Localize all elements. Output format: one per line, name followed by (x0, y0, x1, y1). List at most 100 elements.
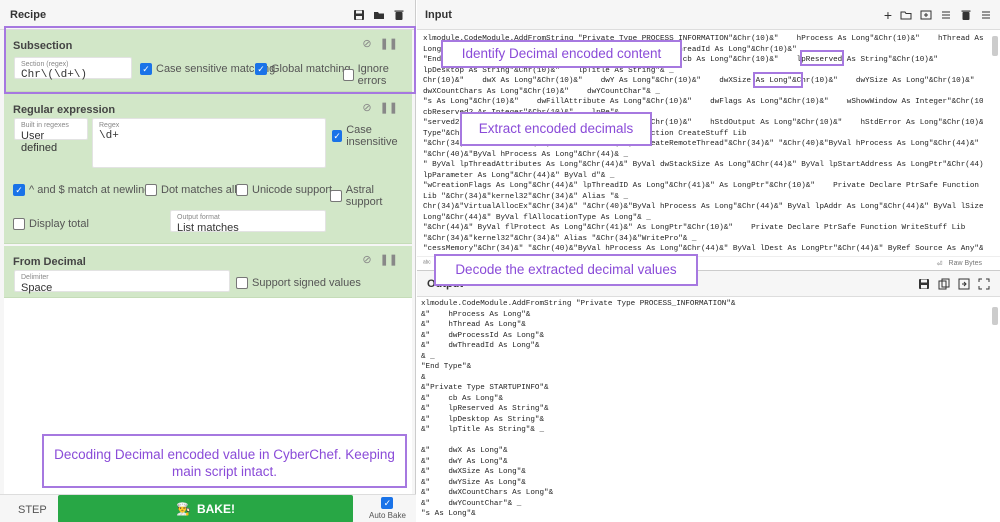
disable-icon[interactable]: ⊘ (362, 101, 371, 114)
multiline-checkbox[interactable]: ✓ ^ and $ match at newlines (13, 184, 156, 196)
identify-text: Identify Decimal encoded content (461, 46, 662, 61)
op-regex-title: Regular expression (13, 104, 116, 116)
pause-icon[interactable]: ❚❚ (380, 101, 398, 114)
delimiter-select[interactable]: Delimiter Space (14, 270, 230, 294)
menu-icon[interactable] (940, 9, 952, 21)
bake-button[interactable]: 👨‍🍳 BAKE! (58, 495, 353, 522)
chef-icon: 👨‍🍳 (176, 502, 191, 516)
layout-icon[interactable] (980, 9, 992, 21)
display-total-label: Display total (29, 218, 89, 230)
output-line: xlmodule.CodeModule.AddFromString "Priva… (421, 300, 736, 308)
copy-icon[interactable] (938, 278, 950, 290)
dot-matches-label: Dot matches all (161, 184, 237, 196)
pause-icon[interactable]: ❚❚ (380, 253, 398, 266)
case-insensitive-checkbox[interactable]: ✓ Case insensitive (332, 124, 412, 148)
astral-support-checkbox[interactable]: Astral support (330, 184, 412, 208)
output-line: &"Private Type STARTUPINFO"& (421, 384, 549, 392)
add-tab-icon[interactable]: + (884, 7, 892, 23)
signed-values-checkbox[interactable]: Support signed values (236, 277, 361, 289)
builtin-regex-label: Built in regexes (21, 122, 69, 129)
output-panel: Output xlmodule.CodeModule.AddFromString… (417, 270, 1000, 522)
maximize-icon[interactable] (978, 278, 990, 290)
open-file-icon[interactable] (920, 9, 932, 21)
auto-bake-toggle[interactable]: ✓ Auto Bake (369, 497, 406, 520)
extract-annotation: Extract encoded decimals (460, 112, 652, 146)
output-line: &" lpDesktop As String"& (421, 415, 545, 424)
recipe-panel: Recipe Subsection ⊘ ❚❚ Section (regex) Ch… (0, 0, 416, 522)
output-format-value: List matches (177, 222, 239, 234)
auto-bake-checkbox[interactable]: ✓ (381, 497, 394, 509)
output-line: &" dwYCountChar"& _ (421, 499, 522, 508)
input-scrollbar[interactable] (992, 36, 998, 56)
subsection-highlight (4, 26, 416, 94)
line-ending-icon[interactable]: ⏎ (937, 260, 943, 268)
delimiter-value: Space (21, 282, 53, 294)
op-from-decimal[interactable]: From Decimal ⊘ ❚❚ Delimiter Space Support… (4, 246, 412, 298)
astral-label: Astral support (345, 184, 383, 208)
input-line: dwXCountChars As Long"&Chr(10)&" dwYCoun… (423, 87, 660, 96)
delimiter-label: Delimiter (21, 274, 49, 281)
decode-annotation: Decode the extracted decimal values (434, 254, 698, 286)
clear-input-icon[interactable] (960, 9, 972, 21)
output-line: &" hThread As Long"& (421, 321, 526, 329)
regex-value: \d+ (99, 130, 119, 142)
cyberchef-app: Recipe Subsection ⊘ ❚❚ Section (regex) Ch… (0, 0, 1000, 522)
save-output-icon[interactable] (918, 278, 930, 290)
folder-icon[interactable] (373, 9, 385, 21)
output-line: &" dwXSize As Long"& (421, 468, 526, 476)
input-line: "&Chr(44)&" ByVal flProtect As Long"&Chr… (423, 224, 966, 232)
step-button[interactable]: STEP (18, 504, 47, 516)
output-line: &" dwThreadId As Long"& (421, 342, 540, 350)
disable-icon[interactable]: ⊘ (362, 253, 371, 266)
output-line: "s As Long"& (421, 510, 476, 518)
auto-bake-label: Auto Bake (369, 511, 406, 520)
chr-highlight-2 (753, 72, 803, 88)
op-from-decimal-title: From Decimal (13, 256, 86, 268)
dot-matches-all-checkbox[interactable]: Dot matches all (145, 184, 237, 196)
input-line: "s As Long"&Chr(10)&" dwFillAttribute As… (423, 98, 983, 106)
input-line: "wCreationFlags As Long"&Chr(44)&" lpThr… (423, 182, 983, 190)
display-total-checkbox[interactable]: Display total (13, 218, 89, 230)
output-format-select[interactable]: Output format List matches (170, 210, 326, 234)
input-line: Lib "&Chr(34)&"kernel32"&Chr(34)&" Alias… (423, 192, 629, 201)
regex-textarea[interactable]: Regex \d+ (92, 118, 326, 168)
output-line: &" dwXCountChars As Long"& (421, 489, 554, 497)
output-line: &" dwYSize As Long"& (421, 478, 526, 487)
multiline-label: ^ and $ match at newlines (29, 184, 156, 196)
input-line: " ByVal lpThreadAttributes As Long"&Chr(… (423, 161, 983, 169)
output-textarea[interactable]: xlmodule.CodeModule.AddFromString "Priva… (421, 299, 981, 522)
output-line: & _ (421, 352, 435, 361)
output-line: &" lpTitle As String"& _ (421, 426, 545, 434)
extract-text: Extract encoded decimals (478, 121, 634, 136)
save-icon[interactable] (353, 9, 365, 21)
op-regular-expression[interactable]: Regular expression ⊘ ❚❚ Built in regexes … (4, 94, 412, 244)
output-line: &" lpReserved As String"& (421, 405, 549, 413)
output-line: &" cb As Long"& (421, 394, 504, 403)
raw-bytes-label[interactable]: Raw Bytes (949, 260, 982, 267)
status-counts: ᵃᵇᶜ (423, 260, 431, 267)
output-line: "End Type"& (421, 363, 472, 371)
recipe-title: Recipe (10, 8, 47, 21)
decode-text: Decode the extracted decimal values (455, 262, 677, 277)
builtin-regex-select[interactable]: Built in regexes User defined (14, 118, 88, 154)
input-line: "&Chr(40)&"ByVal hProcess As Long"&Chr(4… (423, 150, 629, 159)
builtin-regex-value: User defined (21, 130, 58, 154)
input-line: "cessMemory"&Chr(34)&" "&Chr(40)&"ByVal … (423, 245, 983, 252)
output-line: &" dwY As Long"& (421, 457, 508, 466)
output-scrollbar[interactable] (992, 307, 998, 325)
output-line: &" dwProcessId As Long"& (421, 331, 545, 340)
trash-icon[interactable] (393, 9, 405, 21)
input-line: Long"&Chr(44)&" ByVal flAllocationType A… (423, 213, 651, 222)
bake-label: BAKE! (196, 502, 235, 516)
input-line: "&Chr(34)&"kernel32"&Chr(34)&" Alias "&C… (423, 234, 697, 243)
chr-highlight-1 (800, 50, 844, 66)
regex-label: Regex (99, 122, 120, 129)
replace-input-icon[interactable] (958, 278, 970, 290)
case-insensitive-label: Case insensitive (346, 124, 398, 148)
input-title: Input (425, 8, 452, 21)
open-folder-icon[interactable] (900, 9, 912, 21)
unicode-support-checkbox[interactable]: Unicode support (236, 184, 332, 196)
input-line: Chr(10)&" dwX As Long"&Chr(10)&" dwY As … (423, 77, 975, 85)
bake-bar: STEP 👨‍🍳 BAKE! ✓ Auto Bake (0, 494, 416, 522)
